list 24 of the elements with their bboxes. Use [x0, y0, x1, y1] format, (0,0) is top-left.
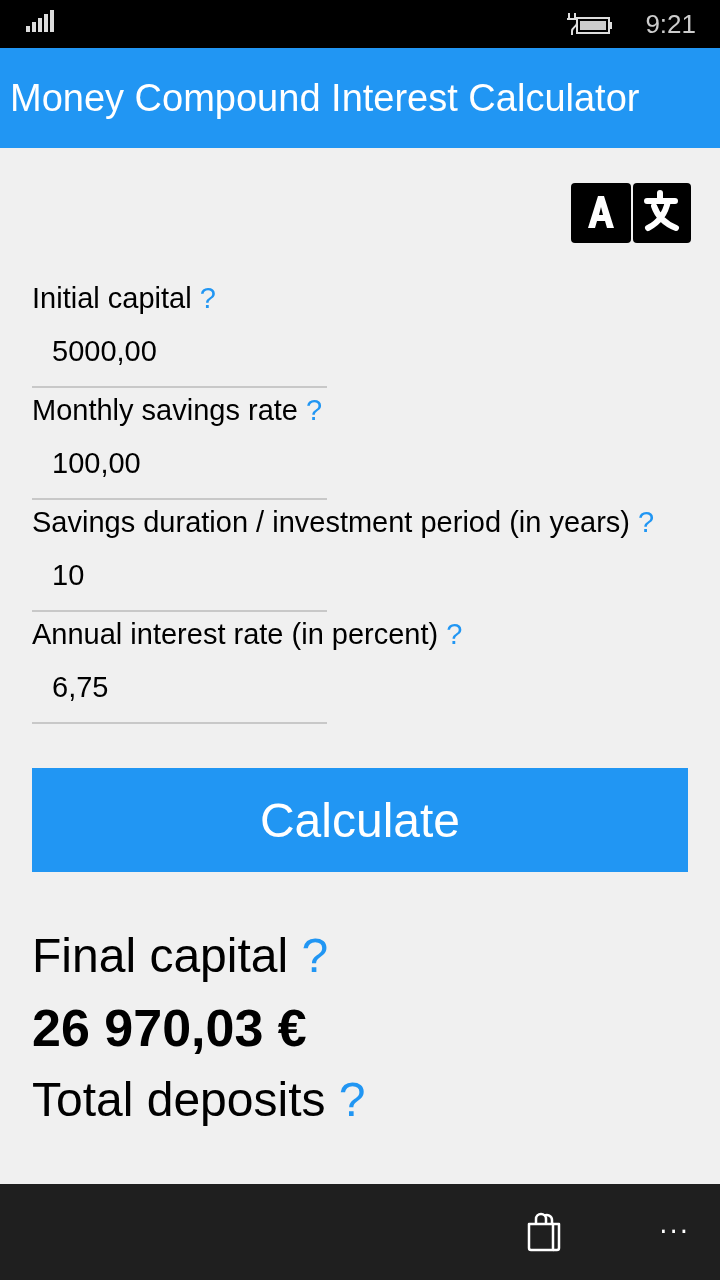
help-link[interactable]: ? [338, 1073, 366, 1126]
more-button[interactable]: ··· [659, 1217, 690, 1247]
field-label: Monthly savings rate ? [32, 393, 324, 428]
field-label: Savings duration / investment period (in years) ? [32, 505, 656, 540]
input-field[interactable]: 6,75 [32, 657, 327, 724]
help-link[interactable]: ? [301, 929, 329, 982]
app-title: Money Compound Interest Calculator [10, 76, 640, 120]
result-value: 26 970,03 € [32, 998, 308, 1059]
calculate-button[interactable]: Calculate [32, 768, 688, 872]
clock-time: 9:21 [645, 8, 696, 40]
result-label: Total deposits ? [32, 1072, 367, 1128]
translate-icon[interactable] [570, 182, 692, 244]
help-link[interactable]: ? [446, 618, 463, 650]
signal-icon [26, 10, 54, 32]
help-link[interactable]: ? [199, 282, 216, 314]
result-label: Final capital ? [32, 928, 330, 984]
help-link[interactable]: ? [638, 506, 655, 538]
input-field[interactable]: 5000,00 [32, 321, 327, 388]
field-label: Annual interest rate (in percent) ? [32, 617, 464, 652]
input-field[interactable]: 10 [32, 545, 327, 612]
field-label: Initial capital ? [32, 281, 217, 316]
input-field[interactable]: 100,00 [32, 433, 327, 500]
help-link[interactable]: ? [306, 394, 323, 426]
shopping-bag-icon[interactable] [527, 1212, 562, 1252]
